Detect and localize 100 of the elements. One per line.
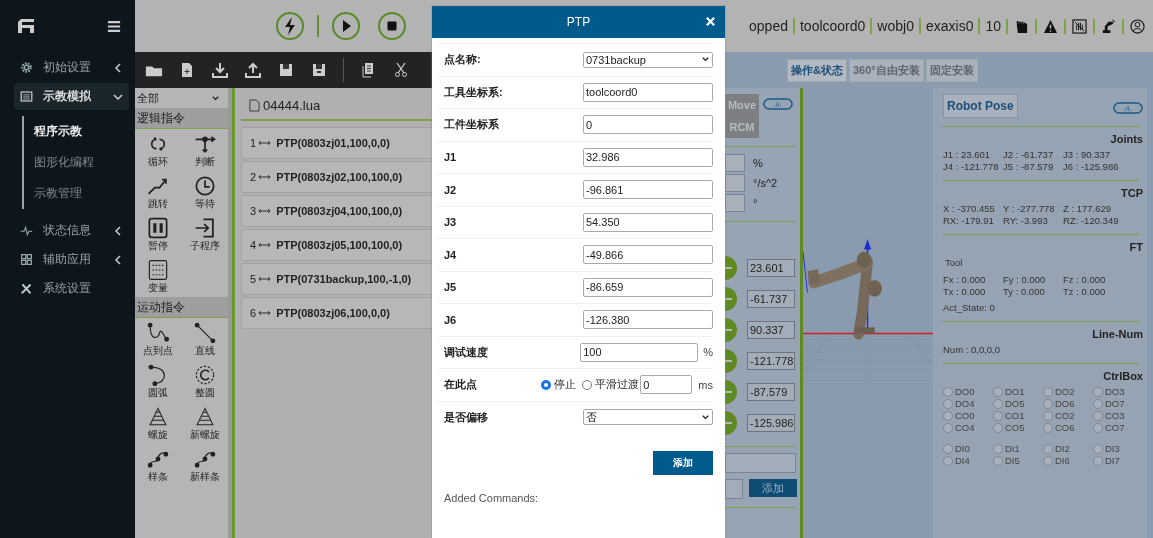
plus-icon[interactable] [725, 348, 737, 373]
radio-button[interactable] [541, 379, 552, 390]
view-tab[interactable]: 操作&状态 [787, 58, 847, 82]
force-reading: Fz : 0.000 [1063, 274, 1107, 285]
input-field[interactable] [725, 154, 745, 172]
io-radio[interactable] [1043, 386, 1053, 397]
menu-item[interactable]: 示教模拟 [14, 83, 129, 110]
command-label[interactable]: 点到点 [143, 344, 174, 358]
input-field[interactable] [725, 174, 745, 192]
io-radio[interactable] [993, 410, 1003, 421]
plus-icon[interactable] [725, 410, 737, 435]
io-radio[interactable] [943, 422, 953, 433]
io-radio[interactable] [1043, 443, 1053, 454]
radio-button[interactable] [582, 379, 593, 390]
upload-icon[interactable] [244, 62, 262, 78]
command-label[interactable]: 跳转 [148, 197, 169, 211]
close-icon[interactable] [705, 16, 716, 27]
input-field[interactable] [725, 194, 745, 212]
command-label[interactable]: 样条 [148, 470, 169, 484]
plus-icon[interactable] [725, 317, 737, 342]
toggle-icon[interactable] [763, 98, 793, 110]
submenu-item[interactable]: 图形化编程 [34, 147, 135, 178]
select-field[interactable]: 0731backup [583, 51, 713, 68]
command-text: PTP(0803zj06,100,0,0) [276, 307, 390, 319]
menu-item[interactable]: 系统设置 [14, 275, 129, 302]
category-select[interactable]: 全部 [135, 88, 228, 108]
input-field[interactable]: toolcoord0 [583, 82, 713, 102]
io-radio[interactable] [1093, 422, 1103, 433]
save-as-icon[interactable] [310, 62, 328, 78]
command-label[interactable]: 等待 [194, 197, 215, 211]
category-header[interactable]: 运动指令 [135, 297, 228, 318]
add-button[interactable]: 添加 [653, 451, 713, 475]
input-field[interactable]: 32.986 [583, 147, 713, 167]
menu-item[interactable]: 辅助应用 [14, 246, 129, 273]
submenu-item[interactable]: 程序示教 [34, 116, 135, 147]
joint-value-field[interactable]: -61.737 [747, 289, 795, 308]
command-label[interactable]: 新样条 [189, 470, 220, 484]
command-label[interactable]: 直线 [194, 344, 215, 358]
input-field[interactable]: 0 [640, 375, 693, 395]
command-label[interactable]: 螺旋 [148, 428, 169, 442]
io-radio[interactable] [943, 443, 953, 454]
joint-value-field[interactable]: -87.579 [747, 382, 795, 401]
io-radio[interactable] [1093, 443, 1103, 454]
command-label[interactable]: 圆弧 [148, 386, 169, 400]
power-icon[interactable] [275, 11, 305, 41]
input-field[interactable]: 0 [583, 115, 713, 135]
command-label[interactable]: 判断 [194, 155, 215, 169]
command-label[interactable]: 整圆 [194, 386, 215, 400]
joint-value-field[interactable]: -125.986 [747, 413, 795, 432]
download-icon[interactable] [211, 62, 229, 78]
play-icon[interactable] [331, 11, 361, 41]
io-radio[interactable] [993, 422, 1003, 433]
input-field[interactable]: 100 [580, 342, 699, 362]
category-header[interactable]: 逻辑指令 [135, 108, 228, 129]
io-radio[interactable] [993, 398, 1003, 409]
input-field[interactable] [725, 453, 796, 473]
command-label[interactable]: 暂停 [148, 239, 169, 253]
joint-value-field[interactable]: 23.601 [747, 258, 795, 277]
plus-icon[interactable] [725, 379, 737, 404]
io-radio[interactable] [943, 386, 953, 397]
input-field[interactable]: -86.659 [583, 277, 713, 297]
plus-icon[interactable] [725, 286, 737, 311]
chevron-down-icon [211, 93, 220, 103]
save-icon[interactable] [277, 62, 295, 78]
io-radio[interactable] [943, 398, 953, 409]
add-button[interactable]: 添加 [749, 479, 797, 497]
stop-icon[interactable] [377, 11, 407, 41]
menu-item[interactable]: 初始设置 [14, 54, 129, 81]
command-label[interactable]: 循环 [148, 155, 169, 169]
input-field[interactable] [725, 479, 743, 499]
io-radio[interactable] [993, 386, 1003, 397]
io-radio[interactable] [993, 443, 1003, 454]
input-field[interactable]: 54.350 [583, 212, 713, 232]
io-radio[interactable] [1093, 455, 1103, 466]
io-radio[interactable] [943, 455, 953, 466]
io-radio[interactable] [1043, 398, 1053, 409]
menu-item[interactable]: 状态信息 [14, 217, 129, 244]
menu-icon[interactable] [107, 19, 121, 33]
io-radio[interactable] [1093, 410, 1103, 421]
robot-pose-button[interactable]: Robot Pose [943, 94, 1018, 118]
command-label[interactable]: 变量 [148, 281, 169, 295]
input-field[interactable]: -96.861 [583, 180, 713, 200]
input-field[interactable]: -49.866 [583, 245, 713, 265]
submenu-item[interactable]: 示教管理 [34, 178, 135, 209]
io-radio[interactable] [1093, 386, 1103, 397]
command-label[interactable]: 新螺旋 [189, 428, 220, 442]
command-label[interactable]: 子程序 [189, 239, 220, 253]
io-radio[interactable] [1093, 398, 1103, 409]
joint-value-field[interactable]: 90.337 [747, 320, 795, 339]
io-radio[interactable] [1043, 410, 1053, 421]
select-field[interactable]: 否 [583, 409, 713, 426]
plus-icon[interactable] [725, 255, 737, 280]
io-radio[interactable] [993, 455, 1003, 466]
io-radio[interactable] [1043, 455, 1053, 466]
input-field[interactable]: -126.380 [583, 310, 713, 330]
toggle-icon[interactable] [1113, 102, 1143, 114]
joint-value-field[interactable]: -121.778 [747, 351, 795, 370]
scissors-icon[interactable] [392, 62, 410, 78]
io-radio[interactable] [1043, 422, 1053, 433]
io-radio[interactable] [943, 410, 953, 421]
